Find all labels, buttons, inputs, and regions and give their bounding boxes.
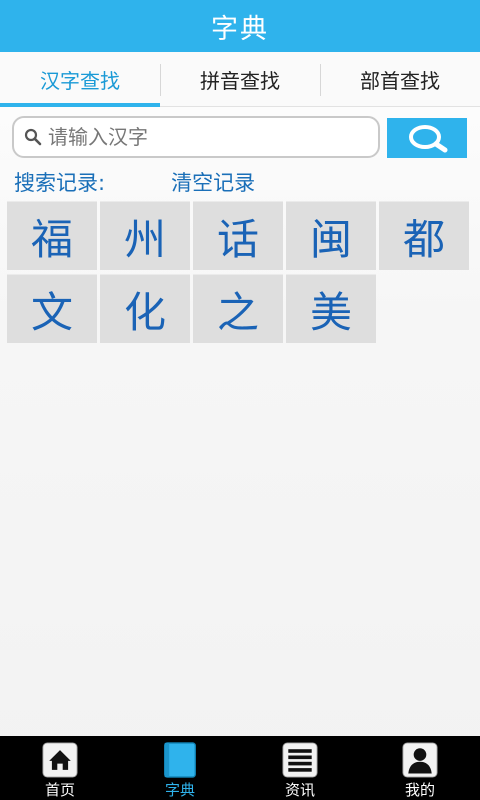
news-icon — [282, 742, 318, 778]
tab-label: 部首查找 — [360, 68, 440, 93]
app-header: 字典 — [0, 0, 480, 52]
bottom-nav: 首页 字典 资讯 我的 — [0, 736, 480, 800]
nav-label: 资讯 — [284, 781, 315, 799]
history-item[interactable]: 化 — [100, 274, 190, 343]
nav-label: 首页 — [44, 781, 75, 799]
page-title: 字典 — [211, 13, 269, 45]
tab-radical-search[interactable]: 部首查找 — [320, 52, 480, 106]
tab-character-search[interactable]: 汉字查找 — [0, 52, 160, 107]
search-icon — [409, 125, 448, 153]
history-item[interactable]: 话 — [193, 201, 283, 270]
search-button[interactable] — [387, 118, 467, 158]
nav-item-dictionary[interactable]: 字典 — [120, 736, 240, 800]
search-mode-tabs: 汉字查找 拼音查找 部首查找 — [0, 52, 480, 107]
nav-item-home[interactable]: 首页 — [0, 736, 120, 800]
search-box[interactable] — [12, 116, 380, 158]
dictionary-icon — [164, 742, 196, 778]
history-item[interactable]: 福 — [7, 201, 97, 270]
tab-label: 拼音查找 — [200, 68, 280, 93]
tab-pinyin-search[interactable]: 拼音查找 — [160, 52, 320, 106]
search-icon — [24, 128, 42, 146]
nav-item-profile[interactable]: 我的 — [360, 736, 480, 800]
history-label: 搜索记录: — [14, 171, 106, 195]
history-item[interactable]: 闽 — [286, 201, 376, 270]
history-item[interactable]: 美 — [286, 274, 376, 343]
search-input[interactable] — [48, 125, 368, 149]
history-grid: 福 州 话 闽 都 文 化 之 美 — [7, 201, 473, 343]
nav-item-news[interactable]: 资讯 — [240, 736, 360, 800]
history-item[interactable]: 文 — [7, 274, 97, 343]
history-item[interactable]: 州 — [100, 201, 190, 270]
history-item[interactable]: 都 — [379, 201, 469, 270]
tab-label: 汉字查找 — [40, 68, 120, 93]
history-item[interactable]: 之 — [193, 274, 283, 343]
nav-label: 字典 — [164, 781, 195, 799]
nav-label: 我的 — [404, 781, 435, 799]
clear-history-button[interactable]: 清空记录 — [171, 167, 255, 197]
home-icon — [42, 742, 78, 778]
history-header: 搜索记录: 清空记录 — [14, 166, 255, 198]
user-icon — [402, 742, 438, 778]
search-row — [12, 116, 468, 158]
